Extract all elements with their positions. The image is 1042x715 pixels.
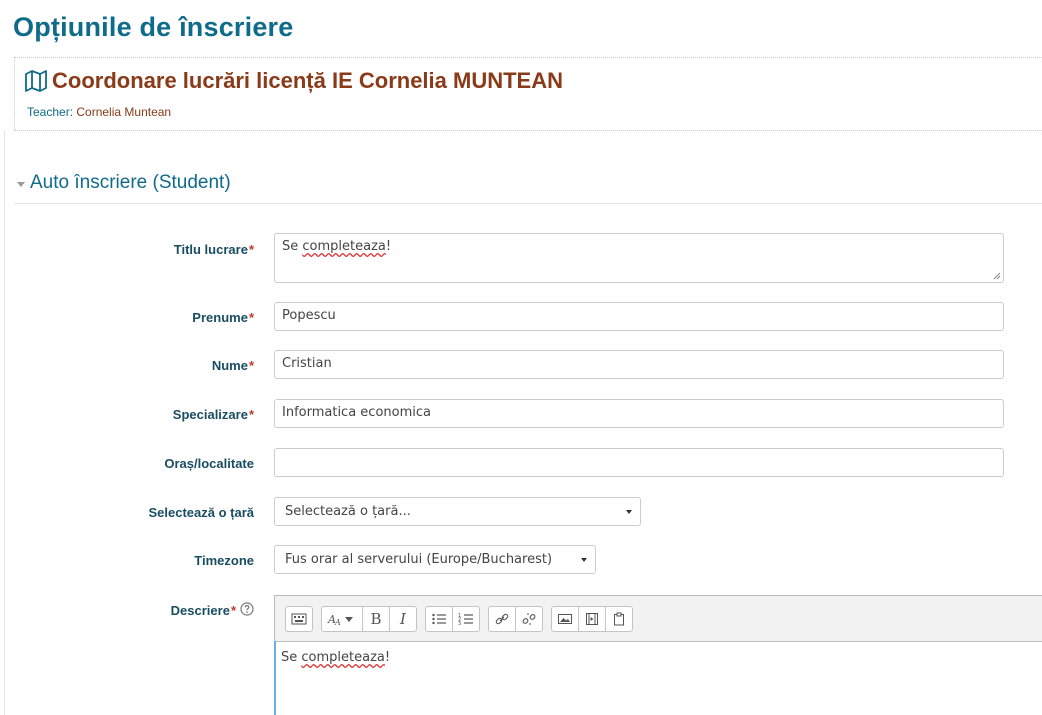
teacher-link[interactable]: Cornelia Muntean [76, 105, 171, 119]
dropdown-arrow-icon [581, 558, 587, 562]
descriere-label-text: Descriere [170, 603, 230, 618]
map-icon [25, 70, 47, 92]
toolbar-group-toggle [285, 606, 313, 641]
course-title[interactable]: Coordonare lucrări licență IE Cornelia M… [24, 68, 563, 94]
editor-content[interactable]: Se completeaza! [275, 642, 1042, 673]
specializare-label-text: Specializare [172, 407, 248, 422]
prenume-label: Prenume* [10, 310, 254, 325]
titlu-text-suffix: ! [385, 239, 392, 254]
tara-selected-value: Selectează o țară... [285, 504, 411, 519]
timezone-selected-value: Fus orar al serverului (Europe/Bucharest… [285, 552, 553, 567]
toolbar-group-style: A A B I [321, 606, 417, 641]
keyboard-icon[interactable] [285, 606, 313, 632]
required-marker: * [248, 310, 254, 325]
timezone-select[interactable]: Fus orar al serverului (Europe/Bucharest… [274, 545, 596, 574]
required-marker: * [248, 358, 254, 373]
titlu-label: Titlu lucrare* [10, 242, 254, 257]
italic-icon[interactable]: I [389, 606, 417, 632]
oras-label: Oraș/localitate [164, 456, 254, 471]
teacher-line: Teacher: Cornelia Muntean [27, 105, 171, 119]
collapse-caret-icon[interactable] [17, 181, 25, 187]
titlu-text-plain: Se [282, 239, 303, 254]
editor-text-misspelled: completeaza [301, 650, 385, 665]
page: Opțiunile de înscriere Coordonare lucrăr… [0, 0, 1042, 715]
prenume-input[interactable]: Popescu [274, 302, 1004, 331]
toolbar-group-media [551, 606, 633, 641]
oras-input[interactable] [274, 448, 1004, 477]
titlu-text-misspelled: completeaza [302, 239, 386, 254]
toolbar-group-links [488, 606, 543, 641]
editor-focus-indicator [274, 641, 276, 715]
titlu-textarea[interactable]: Se completeaza! [274, 233, 1004, 283]
specializare-label: Specializare* [10, 407, 254, 422]
editor-text-plain: Se [281, 650, 302, 665]
section-header[interactable]: Auto înscriere (Student) [17, 172, 231, 194]
numbered-list-icon[interactable]: 1 2 3 [452, 606, 480, 632]
descriere-label: Descriere* [0, 603, 236, 618]
course-title-text[interactable]: Coordonare lucrări licență IE Cornelia M… [52, 68, 563, 94]
prenume-label-text: Prenume [192, 310, 248, 325]
section-title[interactable]: Auto înscriere (Student) [30, 172, 231, 194]
required-marker: * [248, 242, 254, 257]
course-box: Coordonare lucrări licență IE Cornelia M… [14, 57, 1042, 131]
link-icon[interactable] [488, 606, 516, 632]
unlink-icon[interactable] [515, 606, 543, 632]
editor-text-suffix: ! [384, 650, 391, 665]
left-border [4, 130, 5, 715]
bold-icon[interactable]: B [362, 606, 390, 632]
nume-label: Nume* [10, 358, 254, 373]
font-size-icon[interactable]: A A [321, 606, 363, 632]
timezone-label: Timezone [194, 553, 254, 568]
tara-label: Selectează o țară [148, 505, 254, 520]
bullet-list-icon[interactable] [425, 606, 453, 632]
section-divider [14, 203, 1042, 204]
resize-grip-icon[interactable] [993, 272, 1001, 280]
svg-text:3: 3 [458, 621, 461, 626]
nume-label-text: Nume [211, 358, 248, 373]
specializare-input[interactable]: Informatica economica [274, 399, 1004, 428]
toolbar-group-lists: 1 2 3 [425, 606, 480, 641]
page-title: Opțiunile de înscriere [13, 12, 294, 42]
paste-icon[interactable] [605, 606, 633, 632]
dropdown-arrow-icon [626, 510, 632, 514]
titlu-label-text: Titlu lucrare [173, 242, 248, 257]
image-icon[interactable] [551, 606, 579, 632]
help-icon[interactable] [240, 602, 254, 616]
nume-input[interactable]: Cristian [274, 350, 1004, 379]
descriere-editor: A A B I 1 2 3 Se completeaza! [274, 595, 1042, 715]
required-marker: * [248, 407, 254, 422]
editor-toolbar: A A B I 1 2 3 [275, 596, 1042, 642]
svg-text:A: A [334, 618, 341, 626]
tara-select[interactable]: Selectează o țară... [274, 497, 641, 526]
teacher-label: Teacher: [27, 105, 74, 119]
required-marker: * [230, 603, 236, 618]
media-icon[interactable] [578, 606, 606, 632]
